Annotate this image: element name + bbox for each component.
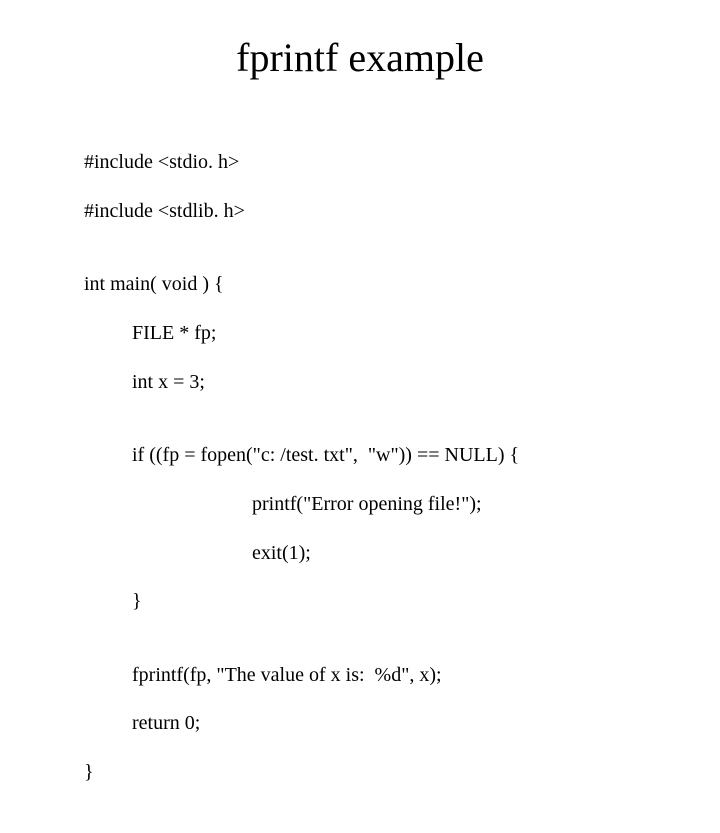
code-line: int x = 3; [84,370,519,394]
slide: fprintf example #include <stdio. h> #inc… [0,0,720,540]
code-line: return 0; [84,711,519,735]
code-line: FILE * fp; [84,321,519,345]
code-line: fprintf(fp, "The value of x is: %d", x); [84,663,519,687]
code-line: #include <stdlib. h> [84,199,519,223]
code-block: #include <stdio. h> #include <stdlib. h>… [84,126,519,833]
code-line: } [84,589,519,613]
code-line: exit(1); [84,541,519,565]
code-line: printf("Error opening file!"); [84,492,519,516]
code-line: int main( void ) { [84,272,519,296]
code-line: if ((fp = fopen("c: /test. txt", "w")) =… [84,443,519,467]
code-line: #include <stdio. h> [84,150,519,174]
slide-title: fprintf example [0,34,720,81]
code-line: } [84,760,519,784]
